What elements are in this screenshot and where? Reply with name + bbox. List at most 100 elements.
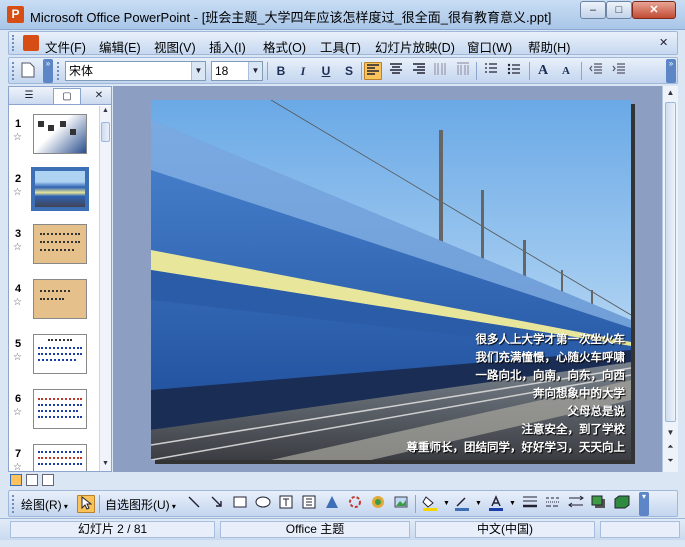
menu-format[interactable]: 格式(O) — [263, 37, 306, 56]
slideshow-view-icon[interactable] — [42, 474, 54, 486]
align-left-button[interactable] — [364, 62, 382, 80]
align-center-icon[interactable] — [387, 62, 405, 80]
slide-thumbnail[interactable] — [33, 224, 87, 264]
font-color-icon[interactable] — [487, 495, 505, 513]
scroll-up-icon[interactable]: ▲ — [665, 88, 676, 97]
menu-file[interactable]: 文件(F) — [45, 37, 86, 56]
scroll-thumb[interactable] — [101, 122, 110, 142]
text-shadow-button[interactable]: S — [340, 62, 358, 80]
textbox-tool-icon[interactable] — [277, 495, 295, 513]
font-name-select[interactable]: 宋体 ▼ — [65, 61, 206, 81]
autoshapes-menu-button[interactable]: 自选图形(U) ▾ — [105, 496, 176, 513]
font-dropdown-arrow-icon[interactable]: ▼ — [191, 62, 205, 80]
slide-thumbnail[interactable] — [33, 279, 87, 319]
thumbnail-scrollbar[interactable]: ▲ ▼ — [99, 106, 111, 471]
next-slide-icon[interactable]: ⏷ — [665, 456, 676, 466]
draw-menu-button[interactable]: 绘图(R) ▾ — [21, 496, 68, 513]
line-tool-icon[interactable] — [185, 495, 203, 513]
slide-number: 1 — [15, 118, 22, 130]
font-size-select[interactable]: 18 ▼ — [211, 61, 263, 81]
rectangle-tool-icon[interactable] — [231, 495, 249, 513]
clipart-icon[interactable] — [369, 495, 387, 513]
menu-bar: 文件(F) 编辑(E) 视图(V) 插入(I) 格式(O) 工具(T) 幻灯片放… — [8, 31, 678, 55]
bullet-list-icon[interactable] — [505, 62, 523, 80]
toolbar-grip[interactable] — [12, 62, 15, 80]
panel-tabs: ☰ ▢ ✕ — [9, 87, 111, 105]
menu-view[interactable]: 视图(V) — [154, 37, 196, 56]
close-panel-icon[interactable]: ✕ — [89, 88, 109, 104]
current-slide[interactable]: 很多人上大学才第一次坐火车 我们充满憧憬，心随火车呼啸 一路向北，向南，向东，向… — [151, 100, 631, 460]
close-window-button[interactable]: ✕ — [632, 1, 676, 19]
picture-icon[interactable] — [392, 495, 410, 513]
fill-color-dropdown-icon[interactable]: ▼ — [443, 500, 450, 507]
italic-button[interactable]: I — [294, 62, 312, 80]
slide-thumbnail[interactable] — [33, 334, 87, 374]
menubar-grip[interactable] — [12, 35, 15, 51]
menu-window[interactable]: 窗口(W) — [467, 37, 512, 56]
arrow-style-icon[interactable] — [567, 495, 585, 513]
decrease-indent-icon[interactable] — [587, 62, 605, 80]
normal-view-icon[interactable] — [10, 474, 22, 486]
font-color-dropdown-icon[interactable]: ▼ — [509, 500, 516, 507]
editor-vertical-scrollbar[interactable]: ▲ ▼ ⏶ ⏷ — [662, 86, 678, 472]
column-text-icon[interactable] — [454, 62, 472, 80]
scroll-up-icon[interactable]: ▲ — [101, 107, 110, 117]
scroll-down-icon[interactable]: ▼ — [665, 428, 676, 437]
slide-thumbnail-selected[interactable] — [31, 167, 89, 211]
drawbar-grip[interactable] — [12, 495, 15, 513]
menu-slideshow[interactable]: 幻灯片放映(D) — [375, 37, 455, 56]
status-slide-counter: 幻灯片 2 / 81 — [10, 521, 215, 538]
numbered-list-icon[interactable] — [482, 62, 500, 80]
separator — [267, 62, 268, 80]
scroll-down-icon[interactable]: ▼ — [101, 460, 110, 470]
arrow-tool-icon[interactable] — [208, 495, 226, 513]
bold-button[interactable]: B — [272, 62, 290, 80]
3d-style-icon[interactable] — [613, 495, 631, 513]
slide-text-line: 注意安全，到了学校 — [521, 422, 626, 436]
menu-tools[interactable]: 工具(T) — [320, 37, 361, 56]
tab-outline[interactable]: ☰ — [15, 88, 43, 104]
toolbar-grip-2[interactable] — [57, 62, 60, 80]
line-color-icon[interactable] — [453, 495, 471, 513]
line-color-dropdown-icon[interactable]: ▼ — [475, 500, 482, 507]
slide-text-line: 很多人上大学才第一次坐火车 — [475, 332, 626, 346]
decrease-font-size-button[interactable]: A — [557, 62, 575, 80]
select-objects-button[interactable] — [77, 495, 95, 513]
vertical-textbox-icon[interactable] — [300, 495, 318, 513]
close-document-icon[interactable]: ✕ — [659, 36, 668, 49]
tab-slides[interactable]: ▢ — [53, 88, 81, 104]
size-dropdown-arrow-icon[interactable]: ▼ — [248, 62, 262, 80]
increase-indent-icon[interactable] — [610, 62, 628, 80]
oval-tool-icon[interactable] — [254, 495, 272, 513]
previous-slide-icon[interactable]: ⏶ — [665, 442, 676, 452]
vertical-text-icon[interactable] — [431, 62, 449, 80]
dash-style-icon[interactable] — [544, 495, 562, 513]
transition-star-icon: ☆ — [13, 132, 22, 143]
slide-thumbnail[interactable] — [33, 389, 87, 429]
font-size-value: 18 — [215, 64, 229, 78]
wordart-icon[interactable] — [323, 495, 341, 513]
drawbar-options-chevron-icon[interactable]: ▾ — [639, 492, 649, 516]
toolbar-options-chevron-icon-2[interactable]: » — [666, 59, 676, 83]
menu-help[interactable]: 帮助(H) — [528, 37, 570, 56]
align-right-icon[interactable] — [410, 62, 428, 80]
toolbar-options-chevron-icon[interactable]: » — [43, 59, 53, 83]
fill-color-icon[interactable] — [421, 495, 439, 513]
increase-font-size-button[interactable]: A — [534, 62, 552, 80]
maximize-button[interactable]: □ — [606, 1, 632, 19]
slide-thumbnail[interactable] — [33, 114, 87, 154]
scroll-thumb[interactable] — [665, 102, 676, 422]
powerpoint-app-icon[interactable]: P — [7, 6, 24, 23]
minimize-button[interactable]: – — [580, 1, 606, 19]
slide-text-block[interactable]: 很多人上大学才第一次坐火车 我们充满憧憬，心随火车呼啸 一路向北，向南，向东，向… — [407, 330, 626, 456]
underline-button[interactable]: U — [317, 62, 335, 80]
diagram-icon[interactable] — [346, 495, 364, 513]
new-document-icon[interactable] — [19, 62, 37, 80]
slide-thumbnail[interactable] — [33, 444, 87, 471]
slide-sorter-view-icon[interactable] — [26, 474, 38, 486]
menu-insert[interactable]: 插入(I) — [209, 37, 246, 56]
shadow-style-icon[interactable] — [590, 495, 608, 513]
menu-edit[interactable]: 编辑(E) — [99, 37, 141, 56]
line-style-icon[interactable] — [521, 495, 539, 513]
document-icon[interactable] — [23, 35, 39, 51]
